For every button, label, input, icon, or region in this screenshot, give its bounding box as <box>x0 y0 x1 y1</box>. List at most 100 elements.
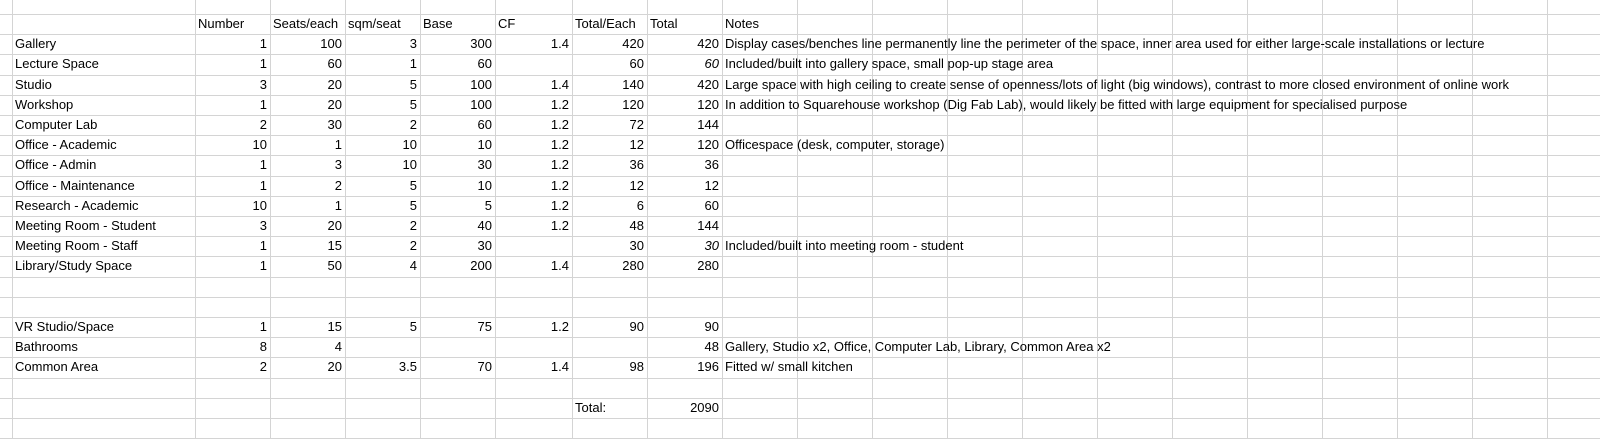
cell-number[interactable] <box>195 277 270 297</box>
cell-name[interactable]: VR Studio/Space <box>12 317 195 337</box>
cell-total-each[interactable]: 30 <box>572 236 647 256</box>
cell-number[interactable] <box>195 297 270 317</box>
cell-sqm[interactable]: 10 <box>345 155 420 175</box>
cell-total-each[interactable]: 36 <box>572 155 647 175</box>
header-number[interactable]: Number <box>195 14 270 34</box>
cell-seats[interactable]: 2 <box>270 176 345 196</box>
cell-notes[interactable] <box>722 155 1600 175</box>
cell-total[interactable] <box>647 277 722 297</box>
cell-total-each[interactable]: 280 <box>572 256 647 276</box>
cell-cf[interactable] <box>495 54 572 74</box>
cell-sqm[interactable]: 10 <box>345 135 420 155</box>
cell-notes[interactable]: Included/built into gallery space, small… <box>722 54 1600 74</box>
cell-cf[interactable]: 1.4 <box>495 357 572 377</box>
cell-name[interactable]: Office - Academic <box>12 135 195 155</box>
cell-total[interactable]: 280 <box>647 256 722 276</box>
cell-number[interactable]: 10 <box>195 135 270 155</box>
header-total[interactable]: Total <box>647 14 722 34</box>
cell-total-each[interactable] <box>572 277 647 297</box>
cell-total[interactable]: 36 <box>647 155 722 175</box>
cell-base[interactable]: 30 <box>420 155 495 175</box>
cell-seats[interactable]: 20 <box>270 75 345 95</box>
cell-notes[interactable] <box>722 297 1600 317</box>
cell-sqm[interactable]: 5 <box>345 176 420 196</box>
cell-name[interactable]: Gallery <box>12 34 195 54</box>
cell-total-each[interactable]: 48 <box>572 216 647 236</box>
cell-seats[interactable]: 30 <box>270 115 345 135</box>
cell-cf[interactable]: 1.2 <box>495 95 572 115</box>
cell-sqm[interactable]: 5 <box>345 75 420 95</box>
cell-total-each[interactable]: 72 <box>572 115 647 135</box>
cell-total[interactable]: 12 <box>647 176 722 196</box>
cell-total[interactable]: 120 <box>647 95 722 115</box>
summary-label[interactable]: Total: <box>572 398 647 418</box>
cell-total[interactable]: 48 <box>647 337 722 357</box>
cell-base[interactable]: 5 <box>420 196 495 216</box>
cell-base[interactable]: 60 <box>420 115 495 135</box>
cell-seats[interactable]: 15 <box>270 317 345 337</box>
cell-total-each[interactable]: 60 <box>572 54 647 74</box>
cell-notes[interactable]: Included/built into meeting room - stude… <box>722 236 1600 256</box>
cell-cf[interactable]: 1.2 <box>495 317 572 337</box>
header-total-each[interactable]: Total/Each <box>572 14 647 34</box>
cell-name[interactable]: Lecture Space <box>12 54 195 74</box>
cell-cf[interactable]: 1.2 <box>495 216 572 236</box>
cell-number[interactable]: 8 <box>195 337 270 357</box>
summary-value[interactable]: 2090 <box>647 398 722 418</box>
cell-total[interactable]: 196 <box>647 357 722 377</box>
cell-notes[interactable]: Large space with high ceiling to create … <box>722 75 1600 95</box>
cell-seats[interactable]: 50 <box>270 256 345 276</box>
cell-notes[interactable] <box>722 216 1600 236</box>
cell-base[interactable]: 30 <box>420 236 495 256</box>
cell-number[interactable]: 1 <box>195 54 270 74</box>
cell-sqm[interactable]: 1 <box>345 54 420 74</box>
cell-seats[interactable]: 20 <box>270 95 345 115</box>
cell-base[interactable]: 60 <box>420 54 495 74</box>
cell-name[interactable]: Studio <box>12 75 195 95</box>
cell-notes[interactable] <box>722 277 1600 297</box>
cell-seats[interactable] <box>270 297 345 317</box>
cell-total-each[interactable]: 420 <box>572 34 647 54</box>
cell-cf[interactable] <box>495 337 572 357</box>
cell-sqm[interactable]: 3 <box>345 34 420 54</box>
cell-sqm[interactable]: 2 <box>345 216 420 236</box>
cell-cf[interactable]: 1.2 <box>495 135 572 155</box>
cell-total-each[interactable]: 12 <box>572 135 647 155</box>
cell-notes[interactable]: In addition to Squarehouse workshop (Dig… <box>722 95 1600 115</box>
cell-total[interactable]: 60 <box>647 196 722 216</box>
cell-sqm[interactable]: 2 <box>345 115 420 135</box>
cell-name[interactable]: Library/Study Space <box>12 256 195 276</box>
cell-number[interactable]: 1 <box>195 155 270 175</box>
cell-cf[interactable]: 1.2 <box>495 115 572 135</box>
cell-seats[interactable]: 4 <box>270 337 345 357</box>
cell-cf[interactable]: 1.4 <box>495 256 572 276</box>
cell-sqm[interactable]: 2 <box>345 236 420 256</box>
cell-base[interactable] <box>420 337 495 357</box>
cell-name[interactable]: Meeting Room - Student <box>12 216 195 236</box>
cell-number[interactable]: 1 <box>195 236 270 256</box>
cell-sqm[interactable]: 5 <box>345 196 420 216</box>
cell-name[interactable]: Research - Academic <box>12 196 195 216</box>
header-cf[interactable]: CF <box>495 14 572 34</box>
cell-number[interactable]: 1 <box>195 317 270 337</box>
cell-base[interactable]: 300 <box>420 34 495 54</box>
cell-number[interactable]: 2 <box>195 115 270 135</box>
cell-base[interactable]: 100 <box>420 75 495 95</box>
cell-number[interactable]: 3 <box>195 216 270 236</box>
header-sqm[interactable]: sqm/seat <box>345 14 420 34</box>
cell-seats[interactable]: 15 <box>270 236 345 256</box>
cell-total-each[interactable]: 98 <box>572 357 647 377</box>
cell-sqm[interactable]: 5 <box>345 317 420 337</box>
cell-total[interactable]: 60 <box>647 54 722 74</box>
cell-total[interactable]: 90 <box>647 317 722 337</box>
cell-total-each[interactable]: 6 <box>572 196 647 216</box>
header-base[interactable]: Base <box>420 14 495 34</box>
cell-number[interactable]: 1 <box>195 34 270 54</box>
cell-sqm[interactable] <box>345 297 420 317</box>
cell-base[interactable]: 100 <box>420 95 495 115</box>
cell-notes[interactable] <box>722 317 1600 337</box>
cell-total-each[interactable]: 90 <box>572 317 647 337</box>
cell-seats[interactable]: 60 <box>270 54 345 74</box>
cell-base[interactable]: 70 <box>420 357 495 377</box>
header-seats[interactable]: Seats/each <box>270 14 345 34</box>
